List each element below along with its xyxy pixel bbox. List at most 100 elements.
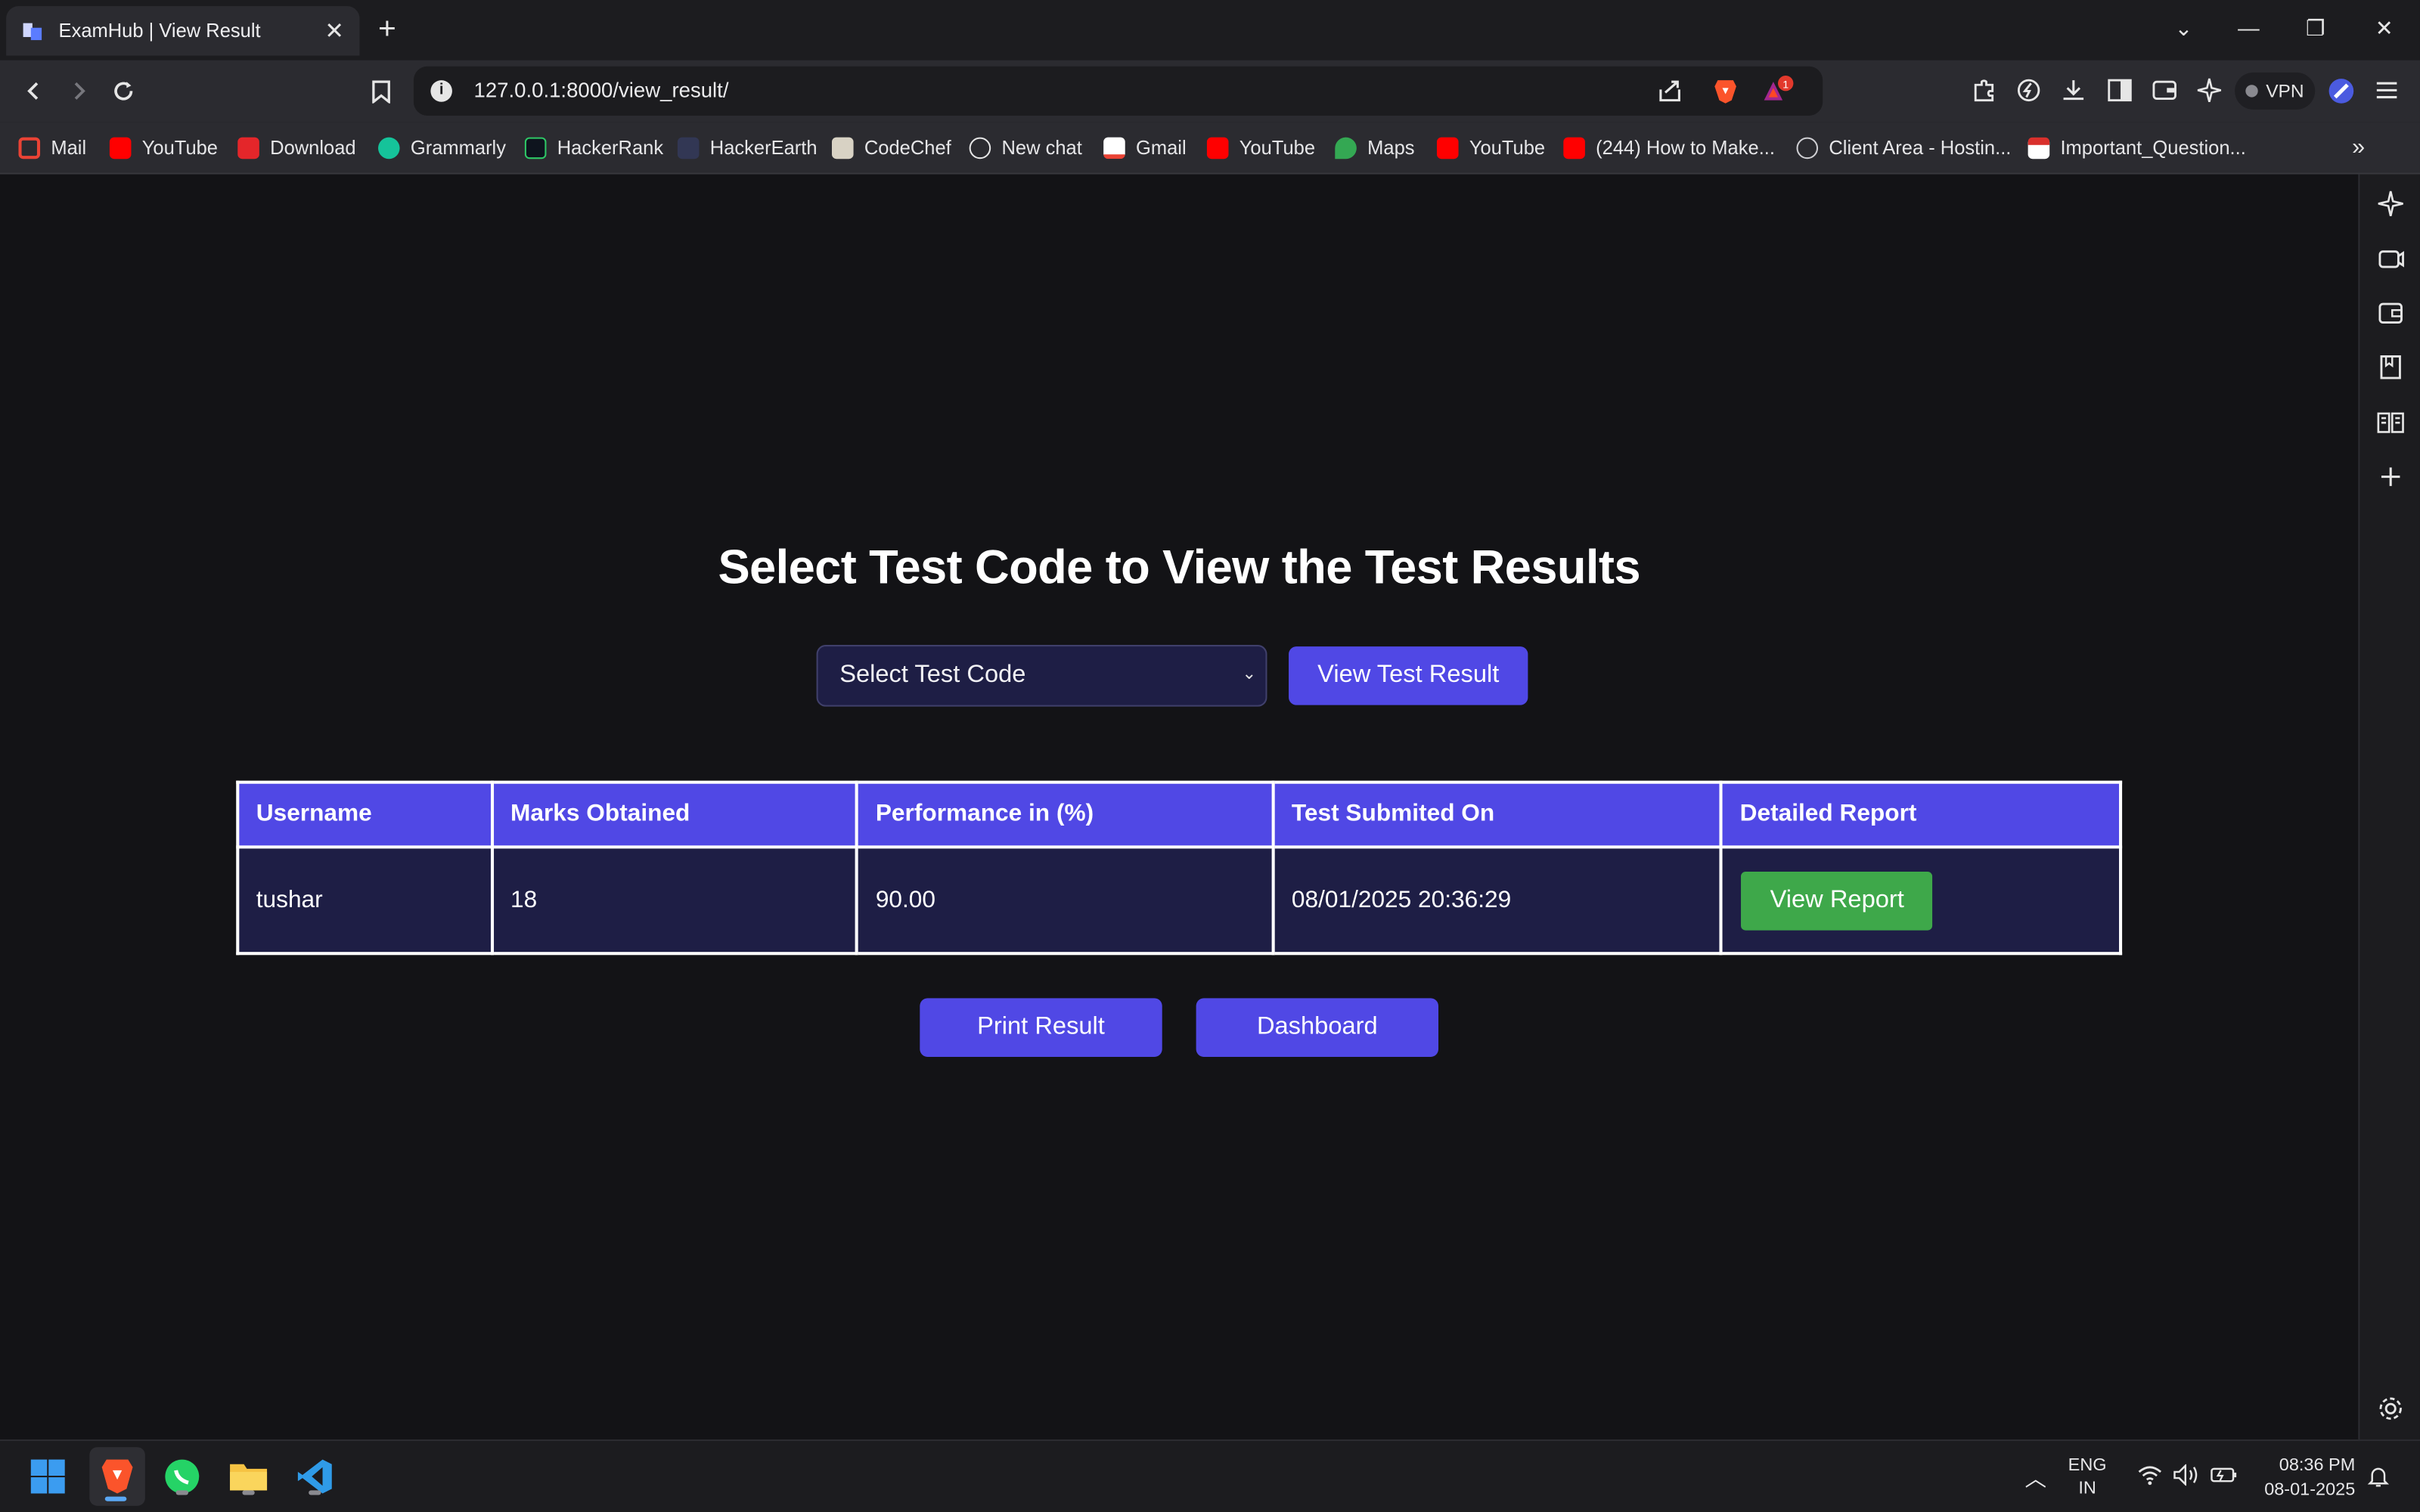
- back-icon[interactable]: [17, 74, 51, 108]
- windows-taskbar: ︿ ENG IN 08:36 PM 08-01-2025: [0, 1439, 2420, 1512]
- downloads-icon[interactable]: [2060, 77, 2086, 104]
- bookmark-download[interactable]: Download: [237, 133, 356, 164]
- column-header-performance: Performance in (%): [855, 780, 1275, 849]
- view-test-result-button[interactable]: View Test Result: [1289, 646, 1528, 705]
- share-icon[interactable]: [1656, 77, 1684, 105]
- table-header-row: Username Marks Obtained Performance in (…: [236, 780, 2123, 849]
- taskbar-brave-icon[interactable]: [89, 1447, 145, 1506]
- language-indicator[interactable]: ENG IN: [2068, 1455, 2107, 1501]
- menu-icon[interactable]: [2374, 77, 2400, 104]
- codechef-icon: [831, 137, 854, 160]
- language-code: ENG: [2068, 1456, 2107, 1476]
- cell-marks: 18: [490, 845, 859, 956]
- site-info-icon[interactable]: i: [430, 80, 452, 102]
- address-bar[interactable]: i 127.0.0.1:8000/view_result/ 1: [413, 66, 1823, 116]
- wifi-icon[interactable]: [2138, 1464, 2163, 1486]
- table-row: tushar 18 90.00 08/01/2025 20:36:29 View…: [236, 845, 2123, 956]
- gmail-icon: [1103, 137, 1125, 160]
- youtube-icon: [1206, 137, 1229, 160]
- running-app-indicator: [309, 1490, 321, 1495]
- volume-icon[interactable]: [2173, 1464, 2199, 1486]
- wallet-sidebar-icon[interactable]: [2377, 299, 2405, 327]
- playlist-icon[interactable]: [2377, 245, 2405, 273]
- bookmark-codechef[interactable]: CodeChef: [831, 133, 951, 164]
- reload-icon[interactable]: [107, 74, 141, 108]
- taskbar-whatsapp-icon[interactable]: [159, 1453, 205, 1499]
- clock[interactable]: 08:36 PM 08-01-2025: [2257, 1453, 2356, 1502]
- battery-icon[interactable]: [2210, 1464, 2238, 1486]
- tray-overflow-chevron-icon[interactable]: ︿: [2025, 1463, 2047, 1494]
- brave-shields-icon[interactable]: [1711, 77, 1739, 105]
- cell-username: tushar: [236, 845, 494, 956]
- leo-ai-sidebar-icon[interactable]: [2377, 190, 2405, 218]
- forward-icon[interactable]: [62, 74, 96, 108]
- bookmark-gmail[interactable]: Gmail: [1103, 133, 1187, 164]
- download-icon: [237, 137, 259, 160]
- restore-icon[interactable]: ❐: [2306, 15, 2325, 42]
- sidebar-toggle-icon[interactable]: [2107, 77, 2133, 104]
- hackerearth-icon: [677, 137, 700, 160]
- reading-list-icon[interactable]: [2377, 409, 2405, 437]
- active-app-indicator: [104, 1496, 127, 1501]
- bookmark-label: HackerEarth: [709, 137, 818, 160]
- extensions-icon[interactable]: [1971, 77, 1997, 104]
- bookmark-mail[interactable]: Mail: [18, 133, 86, 164]
- bookmark-client-area[interactable]: Client Area - Hostin...: [1796, 133, 2011, 164]
- chatgpt-icon: [969, 137, 991, 160]
- bookmark-youtube[interactable]: YouTube: [109, 133, 218, 164]
- view-report-button[interactable]: View Report: [1741, 871, 1933, 930]
- vpn-status-dot: [2245, 85, 2259, 98]
- browser-toolbar: i 127.0.0.1:8000/view_result/ 1 VPN: [0, 60, 2420, 122]
- gmail-icon: [18, 137, 41, 160]
- brave-rewards-icon[interactable]: 1: [1761, 75, 1795, 107]
- taskbar-file-explorer-icon[interactable]: [225, 1453, 271, 1499]
- bookmarks-sidebar-icon[interactable]: [2377, 353, 2405, 381]
- url-text[interactable]: 127.0.0.1:8000/view_result/: [474, 79, 729, 102]
- new-tab-icon[interactable]: +: [378, 14, 396, 45]
- profile-avatar-icon[interactable]: [2328, 77, 2356, 105]
- hackerrank-icon: [524, 137, 547, 160]
- results-table: Username Marks Obtained Performance in (…: [236, 780, 2123, 956]
- bookmark-grammarly[interactable]: Grammarly: [377, 133, 506, 164]
- clock-date: 08-01-2025: [2264, 1481, 2356, 1500]
- close-window-icon[interactable]: ✕: [2375, 15, 2394, 42]
- windows-start-icon[interactable]: [25, 1453, 71, 1499]
- bookmark-youtube-2[interactable]: YouTube: [1206, 133, 1315, 164]
- youtube-icon: [1563, 137, 1585, 160]
- add-panel-icon[interactable]: [2377, 463, 2405, 491]
- rewards-badge-count: 1: [1782, 79, 1789, 91]
- dashboard-button[interactable]: Dashboard: [1196, 998, 1439, 1057]
- minimize-icon[interactable]: —: [2238, 15, 2260, 40]
- test-code-select[interactable]: Select Test Code ⌄: [816, 645, 1267, 707]
- youtube-icon: [109, 137, 132, 160]
- bookmark-label: Client Area - Hostin...: [1829, 137, 2012, 160]
- bookmark-label: (244) How to Make...: [1596, 137, 1775, 160]
- browser-tab[interactable]: ExamHub | View Result ✕: [6, 6, 360, 56]
- tab-title: ExamHub | View Result: [58, 20, 261, 42]
- notification-bell-icon[interactable]: [2366, 1464, 2391, 1489]
- bookmark-label: Important_Question...: [2060, 137, 2246, 160]
- column-header-submitted-on: Test Submited On: [1271, 780, 1723, 849]
- wallet-icon[interactable]: [2152, 77, 2178, 104]
- bookmark-new-chat[interactable]: New chat: [969, 133, 1082, 164]
- tab-search-chevron-icon[interactable]: ⌄: [2174, 15, 2192, 42]
- bookmark-important-questions[interactable]: Important_Question...: [2028, 133, 2246, 164]
- taskbar-vscode-icon[interactable]: [292, 1453, 338, 1499]
- column-header-username: Username: [236, 780, 494, 849]
- bookmark-youtube-how-to[interactable]: (244) How to Make...: [1563, 133, 1775, 164]
- bookmark-hackerearth[interactable]: HackerEarth: [677, 133, 818, 164]
- bookmark-icon[interactable]: [365, 74, 399, 108]
- bookmarks-overflow-icon[interactable]: »: [2352, 135, 2365, 161]
- speedreader-icon[interactable]: [2015, 77, 2042, 104]
- bookmark-label: YouTube: [1469, 137, 1546, 160]
- bookmark-youtube-3[interactable]: YouTube: [1436, 133, 1546, 164]
- print-result-button[interactable]: Print Result: [920, 998, 1162, 1057]
- leo-ai-icon[interactable]: [2196, 77, 2223, 104]
- bookmark-maps[interactable]: Maps: [1335, 133, 1415, 164]
- bookmark-label: Mail: [51, 137, 87, 160]
- region-code: IN: [2078, 1479, 2096, 1498]
- sidebar-settings-gear-icon[interactable]: [2377, 1395, 2405, 1423]
- tab-close-icon[interactable]: ✕: [324, 20, 344, 43]
- vpn-button[interactable]: VPN: [2235, 72, 2316, 110]
- bookmark-hackerrank[interactable]: HackerRank: [524, 133, 663, 164]
